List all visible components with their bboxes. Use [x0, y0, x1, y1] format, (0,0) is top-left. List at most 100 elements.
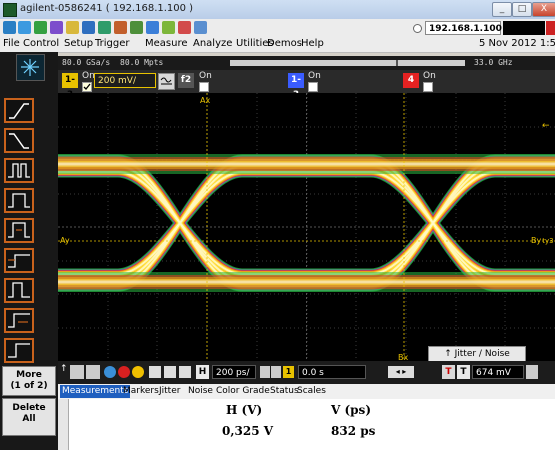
tab-scales[interactable]: Scales [295, 385, 328, 398]
channel-1-coupling-button[interactable] [158, 73, 175, 90]
delay-arrows[interactable]: ◂ ▸ [388, 366, 414, 378]
scope-display[interactable]: Ax Ay Bx Byty3 ← ↑ Jitter / Noise [58, 93, 555, 361]
menu-analyze[interactable]: Analyze [193, 38, 232, 49]
menu-trigger[interactable]: Trigger [95, 38, 130, 49]
menu-help[interactable]: Help [301, 38, 324, 49]
menu-demos[interactable]: Demos [267, 38, 302, 49]
trigger-rising-edge[interactable] [4, 98, 34, 123]
address-radio[interactable] [413, 24, 422, 33]
arrow-up-icon: ↑ [444, 349, 452, 359]
pulse-width-icon [8, 193, 30, 208]
mask-icon[interactable] [162, 21, 175, 34]
save-icon[interactable] [3, 21, 16, 34]
clear-icon[interactable] [178, 21, 191, 34]
status-indicator [546, 21, 555, 35]
horizontal-icon[interactable] [50, 21, 63, 34]
glitch-icon [8, 163, 30, 178]
memory-bar [230, 60, 465, 66]
autoscale-icon[interactable] [34, 21, 47, 34]
channel-2-checkbox[interactable] [199, 82, 209, 92]
delay-field[interactable]: 0.0 s [298, 365, 366, 379]
menu-control[interactable]: Control [23, 38, 59, 49]
trigger-t-icon[interactable]: T [442, 365, 455, 379]
channel-4-checkbox[interactable] [423, 82, 433, 92]
histogram-icon[interactable] [146, 21, 159, 34]
ip-address-field[interactable]: 192.168.1.100 [425, 21, 502, 35]
timebase-field[interactable]: 200 ps/ [212, 365, 256, 379]
channel-3-badge[interactable]: 1-3 [288, 73, 304, 100]
channel-1-scale[interactable]: 200 mV/ [94, 73, 156, 88]
menu-file[interactable]: File [3, 38, 20, 49]
delay-knob[interactable] [271, 366, 281, 378]
trigger-setup-hold[interactable] [4, 248, 34, 273]
close-button[interactable]: X [532, 2, 555, 17]
marker-by-label: Byty3 [531, 236, 554, 245]
vertical-stepper[interactable] [70, 365, 84, 379]
menu-setup[interactable]: Setup [64, 38, 93, 49]
channel-3-checkbox[interactable] [308, 82, 318, 92]
single-icon[interactable] [132, 366, 144, 378]
tab-noise[interactable]: Noise [186, 385, 215, 398]
sine-icon [160, 77, 172, 85]
trigger-transition[interactable] [4, 278, 34, 303]
tab-measurements[interactable]: Measurements [60, 385, 131, 398]
marker-by-suffix: ty3 [542, 237, 554, 245]
autoscale-button-icon[interactable] [164, 366, 176, 378]
tab-color-grade[interactable]: Color Grade [214, 385, 272, 398]
channel-2-on-label: On [199, 71, 212, 81]
window-icon[interactable] [18, 21, 31, 34]
math-icon[interactable] [130, 21, 143, 34]
trigger-glitch[interactable] [4, 158, 34, 183]
marker-icon[interactable] [114, 21, 127, 34]
delete-all-button[interactable]: Delete All [2, 398, 56, 436]
graticule [58, 93, 555, 361]
trigger-channel-badge[interactable]: 1 [283, 366, 294, 378]
run-icon[interactable] [104, 366, 116, 378]
vertical-icon[interactable] [66, 21, 79, 34]
bandwidth: 33.0 GHz [474, 58, 513, 67]
trigger-level-arrow-icon: ← [542, 121, 550, 131]
trigger-falling-edge[interactable] [4, 128, 34, 153]
horizontal-h-label: H [196, 365, 209, 379]
maximize-button[interactable]: □ [512, 2, 532, 17]
clear-display-icon[interactable] [149, 366, 161, 378]
default-setup-icon[interactable] [179, 366, 191, 378]
trigger-level-field[interactable]: 674 mV [472, 365, 524, 379]
more-button[interactable]: More (1 of 2) [2, 366, 56, 396]
eye-icon[interactable] [194, 21, 207, 34]
trigger-level-stepper[interactable] [526, 365, 538, 379]
control-bar: ↑ H 200 ps/ 1 0.0 s ◂ ▸ T T 674 mV [58, 361, 555, 384]
tab-jitter[interactable]: Jitter [157, 385, 182, 398]
horizontal-stepper[interactable] [86, 365, 100, 379]
channel-1-checkbox[interactable] [82, 82, 92, 92]
mode-icon[interactable] [16, 54, 45, 81]
channel-4-badge[interactable]: 4 [403, 73, 419, 88]
jitter-noise-button[interactable]: ↑ Jitter / Noise [428, 346, 526, 361]
menu-measure[interactable]: Measure [145, 38, 188, 49]
measure-icon[interactable] [98, 21, 111, 34]
check-icon [83, 83, 91, 90]
memory-depth: 80.0 Mpts [120, 58, 164, 67]
waveform-icon[interactable] [82, 21, 95, 34]
marker-ax-label: Ax [200, 96, 211, 105]
marker-by-text: By [531, 236, 542, 245]
trigger-pattern[interactable] [4, 338, 34, 363]
trigger-timeout[interactable] [4, 308, 34, 333]
setup-hold-icon [8, 254, 30, 268]
results-scrollbar[interactable] [58, 399, 69, 450]
tab-markers[interactable]: Markers [121, 385, 161, 398]
channel-1-on-label: On [82, 71, 95, 81]
timebase-knob[interactable] [260, 366, 270, 378]
channel-1-badge[interactable]: 1-3 [62, 73, 78, 100]
channel-2-badge[interactable]: f2 [178, 73, 194, 88]
trigger-runt[interactable] [4, 218, 34, 243]
stop-icon[interactable] [118, 366, 130, 378]
minimize-button[interactable]: _ [492, 2, 512, 17]
channel-4-on-label: On [423, 71, 436, 81]
runt-icon [8, 222, 30, 238]
trigger-pulse-width[interactable] [4, 188, 34, 213]
eye-diagram [58, 93, 555, 361]
menu-bar: File Control Setup Trigger Measure Analy… [0, 37, 555, 53]
measurement-v-value: 832 ps [331, 424, 376, 438]
measurement-results: H (V) V (ps) 0,325 V 832 ps [58, 399, 555, 450]
